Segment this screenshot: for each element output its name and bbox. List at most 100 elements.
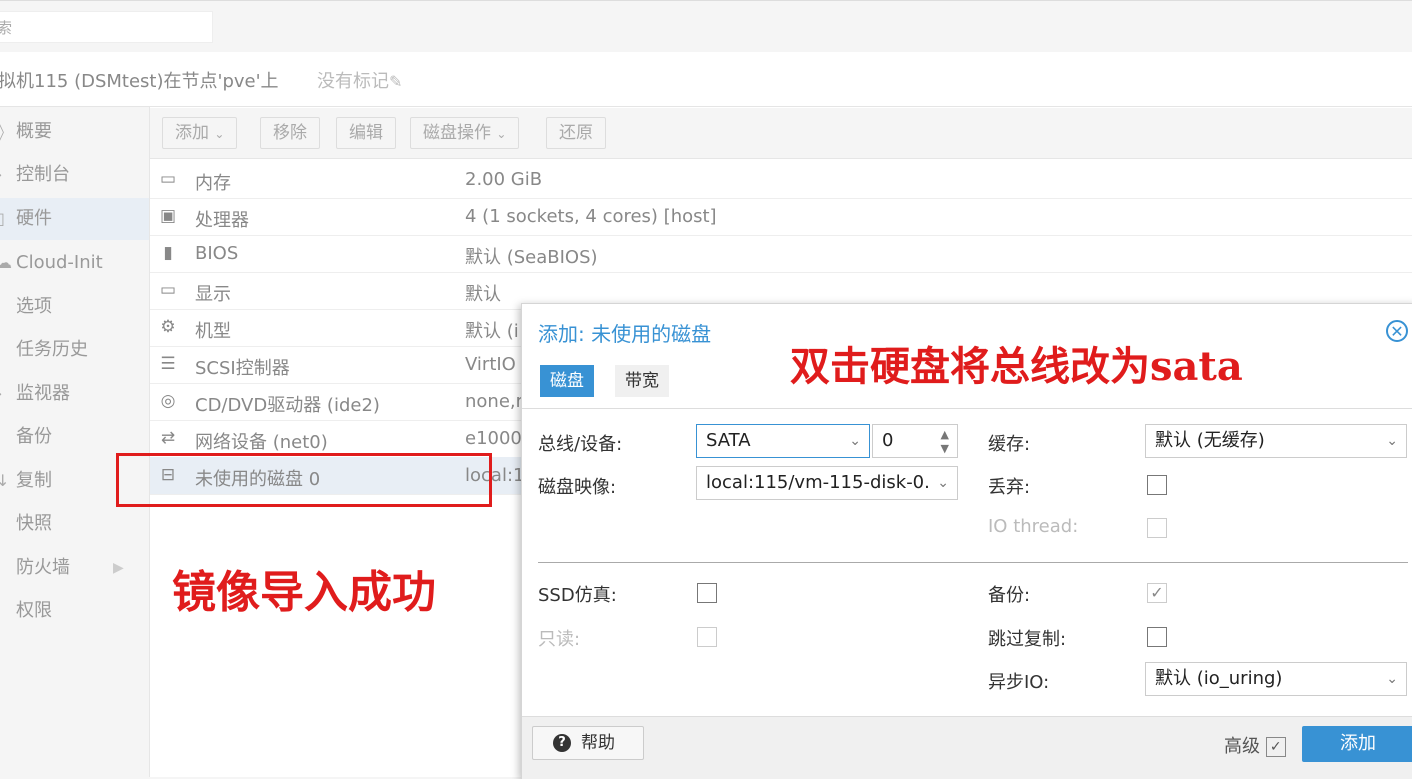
page-title: 拟机115 (DSMtest)在节点'pve'上 xyxy=(0,71,279,92)
edit-button[interactable]: 编辑 xyxy=(336,117,396,149)
chevron-down-icon: ⌄ xyxy=(1386,433,1398,449)
hardware-value: e1000 xyxy=(465,428,522,449)
sidebar-item-label: 任务历史 xyxy=(16,339,88,360)
machine-icon: ⚙ xyxy=(160,317,176,337)
network-icon: ⇄ xyxy=(160,428,176,448)
advanced-toggle[interactable]: 高级 ✓ xyxy=(1224,732,1286,758)
chevron-right-icon: ▶ xyxy=(113,560,124,576)
ssd-emulation-checkbox[interactable] xyxy=(697,583,717,603)
advanced-checkbox-icon: ✓ xyxy=(1265,737,1286,757)
stepper-arrows-icon: ▲ ▼ xyxy=(940,428,949,455)
sidebar-item-label: 权限 xyxy=(16,600,52,621)
sidebar-item-label: 选项 xyxy=(16,296,52,317)
bios-icon: ▮ xyxy=(163,243,173,263)
bus-select[interactable]: SATA ⌄ xyxy=(696,424,870,458)
device-value: 0 xyxy=(882,430,894,451)
discard-label: 丢弃: xyxy=(988,477,1031,498)
async-io-label: 异步IO: xyxy=(988,672,1050,693)
history-icon: · xyxy=(0,329,1,371)
sidebar-item-snapshot[interactable]: · 快照 xyxy=(0,503,149,545)
disk-action-label: 磁盘操作 xyxy=(423,123,491,143)
tags-label: 没有标记 xyxy=(317,71,389,92)
hardware-value: 2.00 GiB xyxy=(465,169,543,190)
annotation-import-success: 镜像导入成功 xyxy=(172,567,436,618)
cache-value: 默认 (无缓存) xyxy=(1155,430,1265,451)
add-button[interactable]: 添加 xyxy=(1302,726,1412,762)
disk-action-dropdown-button[interactable]: 磁盘操作 ⌄ xyxy=(410,117,520,149)
chevron-down-icon: ⌄ xyxy=(1386,671,1398,687)
readonly-checkbox[interactable] xyxy=(697,627,717,647)
hardware-key: 内存 xyxy=(195,173,231,194)
chevron-down-icon: ⌄ xyxy=(214,127,225,141)
revert-button[interactable]: 还原 xyxy=(546,117,606,149)
search-input[interactable]: 索 xyxy=(0,11,213,43)
sidebar: ◊概要 ›控制台 ▯硬件 ☁Cloud-Init ·选项 ·任务历史 ›监视器 … xyxy=(0,107,150,777)
skip-replication-checkbox[interactable] xyxy=(1147,627,1167,647)
sidebar-item-permissions[interactable]: · 权限 xyxy=(0,590,149,632)
hardware-key: 处理器 xyxy=(195,210,249,231)
options-icon: · xyxy=(0,286,1,328)
check-icon: ✓ xyxy=(1150,583,1164,602)
backup-checkbox[interactable]: ✓ xyxy=(1147,583,1167,603)
ssd-emulation-label: SSD仿真: xyxy=(538,585,617,606)
cpu-icon: ▣ xyxy=(159,206,177,226)
sidebar-item-hardware[interactable]: ▯ 硬件 xyxy=(0,198,149,240)
hardware-row-cpu[interactable]: ▣ 处理器 4 (1 sockets, 4 cores) [host] xyxy=(150,198,1412,236)
hardware-value: 默认 (i xyxy=(465,321,519,342)
tab-bandwidth[interactable]: 带宽 xyxy=(615,365,669,397)
hardware-key: CD/DVD驱动器 (ide2) xyxy=(195,395,380,416)
sidebar-item-label: 监视器 xyxy=(16,383,70,404)
sidebar-item-label: Cloud-Init xyxy=(16,252,103,273)
add-label: 添加 xyxy=(175,123,209,143)
iothread-checkbox[interactable] xyxy=(1147,518,1167,538)
sidebar-item-label: 硬件 xyxy=(16,208,52,229)
hardware-row-bios[interactable]: ▮ BIOS 默认 (SeaBIOS) xyxy=(150,235,1412,273)
advanced-label: 高级 xyxy=(1224,736,1260,757)
console-icon: › xyxy=(0,154,2,196)
async-io-select[interactable]: 默认 (io_uring) ⌄ xyxy=(1145,662,1407,696)
cloud-icon: ☁ xyxy=(0,253,12,272)
chevron-down-icon: ⌄ xyxy=(849,433,861,449)
hardware-row-memory[interactable]: ▭ 内存 2.00 GiB xyxy=(150,161,1412,199)
permissions-icon: · xyxy=(0,590,1,632)
help-label: 帮助 xyxy=(581,733,615,753)
sidebar-item-monitor[interactable]: › 监视器 xyxy=(0,373,149,415)
device-number-stepper[interactable]: 0 ▲ ▼ xyxy=(872,424,958,458)
summary-icon: ◊ xyxy=(0,111,4,153)
hardware-value: VirtIO xyxy=(465,354,516,375)
close-icon[interactable]: ✕ xyxy=(1386,320,1408,342)
hardware-value: 默认 (SeaBIOS) xyxy=(465,247,598,268)
sidebar-item-label: 控制台 xyxy=(16,164,70,185)
dialog-title: 添加: 未使用的磁盘 xyxy=(538,322,712,346)
scsi-icon: ☰ xyxy=(160,354,176,374)
help-button[interactable]: ? 帮助 xyxy=(532,726,644,760)
backup-label: 备份: xyxy=(988,585,1031,606)
sidebar-item-options[interactable]: · 选项 xyxy=(0,286,149,328)
tab-disk[interactable]: 磁盘 xyxy=(540,365,594,397)
sidebar-item-task-history[interactable]: · 任务历史 xyxy=(0,329,149,371)
sidebar-item-backup[interactable]: · 备份 xyxy=(0,416,149,458)
highlight-box xyxy=(116,453,492,507)
replication-icon: ↓ xyxy=(0,471,10,490)
hardware-key: 显示 xyxy=(195,284,231,305)
disk-image-label: 磁盘映像: xyxy=(538,477,617,498)
discard-checkbox[interactable] xyxy=(1147,475,1167,495)
section-divider xyxy=(538,562,1408,563)
monitor-icon: › xyxy=(0,373,2,415)
cache-label: 缓存: xyxy=(988,434,1031,455)
sidebar-item-cloud-init[interactable]: ☁ Cloud-Init xyxy=(0,242,149,284)
sidebar-item-label: 防火墙 xyxy=(16,557,70,578)
sidebar-item-console[interactable]: › 控制台 xyxy=(0,154,149,196)
display-icon: ▭ xyxy=(159,280,177,300)
tab-divider xyxy=(522,408,1412,409)
add-dropdown-button[interactable]: 添加 ⌄ xyxy=(162,117,238,149)
sidebar-item-label: 概要 xyxy=(16,121,52,142)
tags-edit[interactable]: 没有标记✎ xyxy=(317,67,402,93)
sidebar-item-firewall[interactable]: · 防火墙 ▶ xyxy=(0,547,149,589)
annotation-change-bus: 双击硬盘将总线改为sata xyxy=(790,343,1243,390)
sidebar-item-summary[interactable]: ◊ 概要 xyxy=(0,111,149,153)
disk-image-select[interactable]: local:115/vm-115-disk-0. ⌄ xyxy=(696,466,958,500)
remove-button[interactable]: 移除 xyxy=(260,117,320,149)
cache-select[interactable]: 默认 (无缓存) ⌄ xyxy=(1145,424,1407,458)
hardware-key: SCSI控制器 xyxy=(195,358,290,379)
